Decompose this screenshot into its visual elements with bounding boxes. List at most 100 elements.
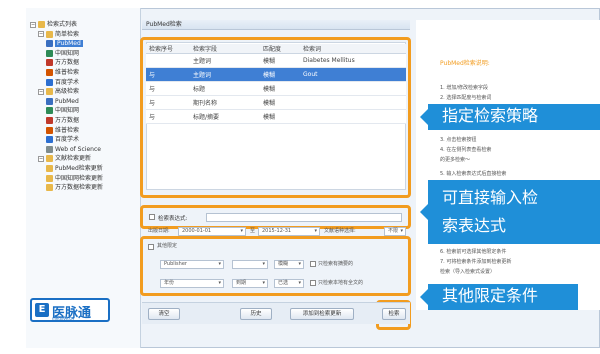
limits-label: 其他限定: [157, 243, 178, 249]
sidebar-item-label: 检索式列表: [47, 21, 78, 28]
tree-node-icon: [46, 59, 53, 67]
tree-node-icon: [46, 174, 53, 182]
tree-toggle-icon[interactable]: −: [38, 88, 44, 95]
sidebar-item[interactable]: − 文献检索更新: [38, 154, 91, 163]
help-line: 1. 增加/修改检索字段: [440, 85, 489, 91]
history-button[interactable]: 历史: [240, 308, 272, 320]
sidebar-item-label: 百度学术: [55, 78, 80, 86]
tree-node-icon: [38, 21, 45, 28]
sidebar-item-label: 万方数据检索更新: [55, 184, 104, 192]
callout-limits: 其他限定条件: [420, 284, 578, 310]
limit-row1-option-label: 只检索有摘要的: [318, 261, 354, 267]
help-line: 检索（导入检索式设置）: [440, 269, 496, 275]
callout-arrow-icon: [420, 109, 428, 125]
tree-toggle-icon[interactable]: −: [38, 31, 44, 38]
sidebar-item[interactable]: 万方数据: [46, 116, 79, 125]
tree-node-icon: [46, 30, 53, 38]
tree-node-icon: [46, 184, 53, 192]
panel-title: PubMed检索: [142, 20, 410, 30]
sidebar-item-label: 简单检索: [55, 30, 80, 38]
reset-button[interactable]: 清空: [148, 308, 180, 320]
tree-toggle-icon[interactable]: −: [30, 21, 36, 28]
tree-node-icon: [46, 136, 53, 144]
sidebar-item-label: 中国知网: [55, 49, 80, 57]
limit-row2-option-label: 只检索本地有全文的: [318, 280, 364, 286]
callout-strategy: 指定检索策略: [420, 104, 600, 130]
callout-limits-text: 其他限定条件: [442, 286, 539, 305]
help-line: 2. 选择匹配度与检索词: [440, 95, 492, 101]
sidebar-item[interactable]: Web of Science: [46, 145, 101, 154]
sidebar-item[interactable]: − 检索式列表: [30, 20, 77, 29]
tree-node-icon: [46, 145, 53, 153]
tree-node-icon: [46, 165, 53, 172]
limit-row1-op[interactable]: [232, 260, 268, 269]
sidebar-item[interactable]: − 简单检索: [38, 30, 79, 39]
sidebar-item-label: 文献检索更新: [55, 155, 92, 163]
expression-row: 检索表达式:: [146, 212, 406, 224]
sidebar-item[interactable]: PubMed: [46, 97, 79, 106]
date-label: 出版日期:: [148, 228, 170, 234]
limits-checkbox[interactable]: [148, 244, 154, 250]
limit-row2-op[interactable]: 到期: [232, 279, 268, 288]
callout-expression-line1: 可直接输入检: [442, 188, 539, 207]
language-label: 文献语种选择:: [324, 228, 356, 234]
sidebar-item-label: 百度学术: [55, 136, 80, 144]
limit-row2-field[interactable]: 年份: [160, 279, 224, 288]
callout-expression-line2: 索表达式: [442, 216, 507, 235]
date-to-label: 至: [250, 228, 256, 234]
sidebar-item-label: PubMed: [55, 97, 79, 105]
date-to-select[interactable]: 2015-12-31: [258, 227, 320, 236]
date-from-select[interactable]: 2000-01-01: [178, 227, 246, 236]
sidebar-item-label: 万方数据: [55, 117, 80, 124]
callout-arrow-icon: [420, 204, 428, 220]
tree-node-icon: [46, 155, 53, 163]
sidebar-item[interactable]: PubMed检索更新: [46, 164, 103, 173]
add-to-update-button[interactable]: 添加到检索更新: [290, 308, 354, 320]
sidebar-item[interactable]: 万方数据检索更新: [46, 183, 103, 192]
help-line: 3. 点击检索按钮: [440, 137, 477, 143]
logo-box: E 医脉通 medlive.cn: [30, 298, 110, 322]
language-select[interactable]: 不限: [384, 227, 406, 236]
sidebar-item[interactable]: − 高级检索: [38, 87, 79, 96]
tree-node-icon: [46, 78, 53, 86]
sidebar-item[interactable]: 维普检索: [46, 68, 79, 77]
sidebar-item-label: 中国知网: [55, 107, 80, 115]
sidebar-item-label: 万方数据: [55, 59, 80, 67]
search-button[interactable]: 检索: [382, 308, 406, 320]
tree-node-icon: [46, 126, 53, 134]
highlight-strategy: [140, 37, 411, 198]
logo: E 医脉通 medlive.cn: [28, 296, 138, 324]
limit-row2-option-checkbox[interactable]: [310, 280, 316, 286]
logo-mark-icon: E: [35, 303, 49, 317]
button-bar: [142, 302, 410, 324]
sidebar-item[interactable]: PubMed: [46, 39, 83, 48]
help-line: 6. 检索前可选择其他限定条件: [440, 249, 507, 255]
tree-node-icon: [46, 97, 53, 105]
expression-input[interactable]: [206, 213, 402, 222]
sidebar-item[interactable]: 维普检索: [46, 126, 79, 135]
callout-arrow-icon: [420, 289, 428, 305]
sidebar-item[interactable]: 中国知网: [46, 106, 79, 115]
limit-row2-match[interactable]: 已选: [274, 279, 304, 288]
expression-checkbox[interactable]: [149, 214, 155, 220]
tree-toggle-icon[interactable]: −: [38, 155, 44, 162]
limit-row1-field[interactable]: Publisher: [160, 260, 224, 269]
sidebar-item[interactable]: 中国知网: [46, 49, 79, 58]
sidebar-item-label: 维普检索: [55, 69, 80, 76]
sidebar-item[interactable]: 百度学术: [46, 135, 79, 144]
sidebar-item-label: 高级检索: [55, 88, 80, 96]
tree-node-icon: [46, 117, 53, 124]
tree-node-icon: [46, 49, 53, 57]
help-line: 7. 可将检索条件添加到检索更新: [440, 259, 512, 265]
limit-row1-option-checkbox[interactable]: [310, 261, 316, 267]
help-title: PubMed检索说明:: [440, 60, 490, 67]
sidebar-item-label: 中国知网检索更新: [55, 174, 104, 182]
sidebar-item[interactable]: 中国知网检索更新: [46, 174, 103, 183]
sidebar-item[interactable]: 百度学术: [46, 78, 79, 87]
sidebar-item-label: Web of Science: [55, 145, 101, 153]
tree-node-icon: [46, 107, 53, 115]
expression-label: 检索表达式:: [158, 216, 188, 222]
limit-row1-match[interactable]: 模糊: [274, 260, 304, 269]
tree-node-icon: [46, 69, 53, 76]
sidebar-item[interactable]: 万方数据: [46, 58, 79, 67]
